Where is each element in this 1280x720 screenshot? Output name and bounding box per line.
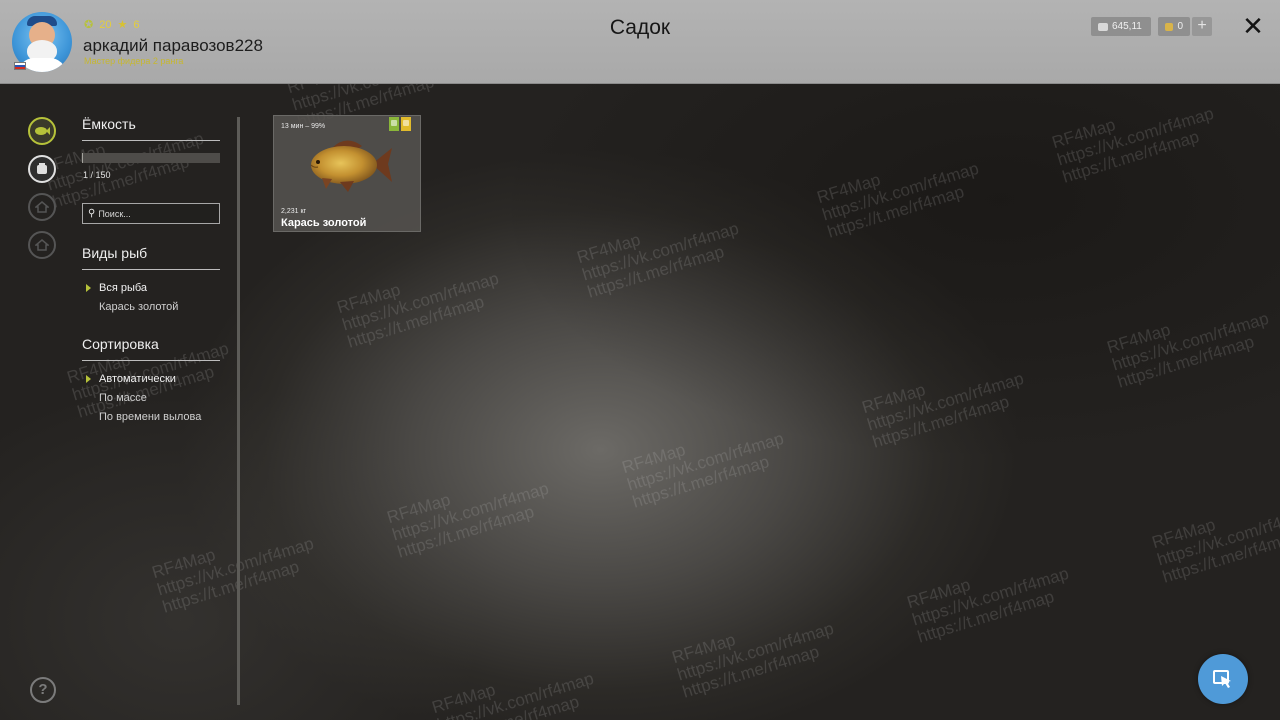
gold-coin-icon [1165, 22, 1174, 31]
sort-by-time[interactable]: По времени вылова [99, 411, 201, 423]
watermark-text: RF4Map https://vk.com/rf4map https://t.m… [1149, 503, 1280, 587]
rank-label: Мастер фидера 2 ранга [84, 56, 184, 66]
species-crucian-gold[interactable]: Карась золотой [99, 301, 178, 313]
watermark-text: RF4Map https://vk.com/rf4map https://t.m… [384, 478, 551, 562]
watermark-text: RF4Map https://vk.com/rf4map https://t.m… [1049, 103, 1216, 187]
capacity-title: Ёмкость [82, 116, 136, 132]
stars-value: 6 [133, 18, 140, 31]
divider [82, 269, 220, 270]
sort-by-weight[interactable]: По массе [99, 392, 147, 404]
watermark-text: RF4Map https://vk.com/rf4map https://t.m… [1104, 308, 1271, 392]
player-stats: ✪ 20 ★ 6 [84, 18, 140, 32]
divider [82, 360, 220, 361]
watermark-text: RF4Map https://vk.com/rf4map https://t.m… [859, 368, 1026, 452]
species-all-fish[interactable]: Вся рыба [99, 282, 147, 294]
panel-divider [237, 117, 240, 705]
watermark-text: RF4Map https://vk.com/rf4map https://t.m… [814, 158, 981, 242]
watermark-text: RF4Map https://vk.com/rf4map https://t.m… [334, 268, 501, 352]
search-placeholder: Поиск... [98, 208, 131, 219]
capacity-text: 1 / 150 [83, 170, 111, 180]
level-icon: ✪ [84, 19, 94, 31]
selected-arrow-icon [86, 284, 91, 292]
green-bookmark-icon [389, 117, 399, 131]
cursor-mode-button[interactable] [1198, 654, 1248, 704]
close-button[interactable]: ✕ [1240, 12, 1266, 40]
search-icon: ⚲ [88, 208, 96, 219]
house-icon-disabled [28, 193, 56, 221]
search-input[interactable]: ⚲ Поиск... [82, 203, 220, 224]
header-bar: ✪ 20 ★ 6 аркадий паравозов228 Мастер фид… [0, 0, 1280, 84]
fish-name: Карась золотой [281, 217, 367, 229]
add-gold-button[interactable]: + [1192, 17, 1212, 36]
fish-time-freshness: 13 мин – 99% [281, 123, 326, 130]
capacity-bar [82, 153, 220, 163]
watermark-text: RF4Map https://vk.com/rf4map https://t.m… [669, 618, 836, 702]
crucian-fish-image [310, 140, 392, 192]
species-section: Виды рыб [82, 245, 220, 270]
gold-value: 0 [1177, 21, 1183, 32]
home-icon-disabled [28, 231, 56, 259]
fish-weight: 2,231 кг [281, 208, 307, 215]
cursor-icon [1213, 670, 1231, 688]
watermark-text: RF4Map https://vk.com/rf4map https://t.m… [574, 218, 741, 302]
storage-icon[interactable] [28, 155, 56, 183]
silver-value: 645,11 [1112, 21, 1142, 32]
watermark-text: RF4Map https://vk.com/rf4map https://t.m… [429, 668, 596, 720]
gold-balance: 0 [1158, 17, 1190, 36]
page-title: Садок [609, 16, 671, 39]
sort-auto[interactable]: Автоматически [99, 373, 176, 385]
watermark-text: RF4Map https://vk.com/rf4map https://t.m… [904, 563, 1071, 647]
sort-section: Сортировка [82, 336, 220, 361]
species-title: Виды рыб [82, 245, 148, 261]
silver-coin-icon [1098, 22, 1108, 31]
silver-balance: 645,11 [1091, 17, 1151, 36]
watermark-text: RF4Map https://vk.com/rf4map https://t.m… [149, 533, 316, 617]
yellow-bookmark-icon [401, 117, 411, 131]
fish-card[interactable]: 13 мин – 99% 2,231 кг Карась золотой [273, 115, 421, 232]
capacity-fill [82, 153, 83, 163]
star-icon: ★ [117, 19, 128, 31]
sort-title: Сортировка [82, 336, 159, 352]
watermark-text: RF4Map https://vk.com/rf4map https://t.m… [619, 428, 786, 512]
help-icon[interactable]: ? [30, 677, 56, 703]
level-value: 20 [99, 18, 112, 31]
capacity-section: Ёмкость [82, 116, 220, 141]
username[interactable]: аркадий паравозов228 [83, 36, 263, 56]
keepnet-fish-icon[interactable] [28, 117, 56, 145]
flag-icon [14, 62, 26, 70]
divider [82, 140, 220, 141]
selected-arrow-icon [86, 375, 91, 383]
